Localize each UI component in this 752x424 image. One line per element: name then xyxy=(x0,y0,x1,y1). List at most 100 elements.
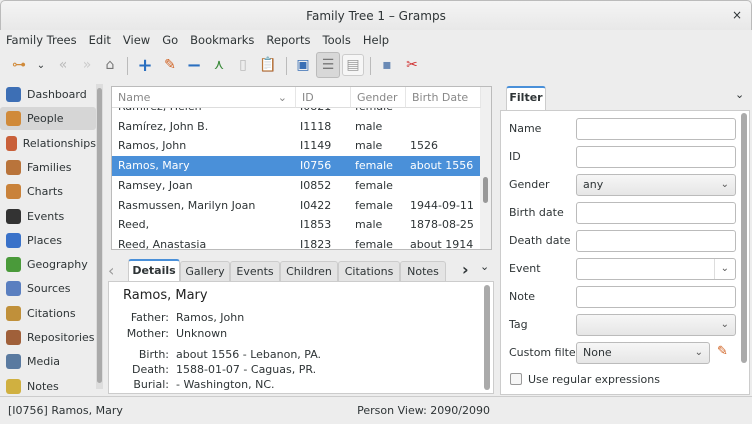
menu-edit[interactable]: Edit xyxy=(89,30,111,50)
id-input[interactable] xyxy=(576,146,736,168)
forward-icon[interactable]: » xyxy=(76,54,98,76)
table-row[interactable]: Reed, Anastasia I1823 female about 1914 xyxy=(112,235,481,250)
grouped-view-icon[interactable]: ▤ xyxy=(342,54,364,76)
column-header-birth-date[interactable]: Birth Date xyxy=(406,87,481,108)
menu-bookmarks[interactable]: Bookmarks xyxy=(190,30,254,50)
menu-go[interactable]: Go xyxy=(162,30,178,50)
event-label: Event xyxy=(509,262,541,275)
regex-label: Use regular expressions xyxy=(528,373,660,386)
column-header-id[interactable]: ID xyxy=(296,87,351,108)
paste-icon[interactable]: 📋 xyxy=(257,54,279,76)
merge-icon[interactable]: ⋏ xyxy=(208,54,230,76)
tab-citations[interactable]: Citations xyxy=(338,261,400,281)
add-icon[interactable]: + xyxy=(134,54,156,76)
detail-label: Death: xyxy=(132,363,169,376)
sidebar-item-people[interactable]: People xyxy=(0,107,96,131)
sidebar-item-families[interactable]: Families xyxy=(0,156,96,179)
sidebar-item-repositories[interactable]: Repositories xyxy=(0,326,96,349)
dropdown-icon[interactable]: ⌄ xyxy=(30,54,52,76)
gender-select[interactable]: any ⌄ xyxy=(576,174,736,196)
birth-date-input[interactable] xyxy=(576,202,736,224)
media-icon[interactable]: ▪ xyxy=(376,54,398,76)
sidebar-item-sources[interactable]: Sources xyxy=(0,277,96,300)
table-row[interactable]: Reed, I1853 male 1878-08-25 xyxy=(112,215,481,235)
places-icon xyxy=(6,232,21,248)
table-row[interactable]: Ramsey, Joan I0852 female xyxy=(112,176,481,196)
menu-tools[interactable]: Tools xyxy=(323,30,351,50)
configure-view-icon[interactable]: ▣ xyxy=(292,54,314,76)
tab-gallery[interactable]: Gallery xyxy=(180,261,230,281)
tab-notes[interactable]: Notes xyxy=(400,261,446,281)
window-title: Family Tree 1 – Gramps xyxy=(306,9,446,23)
cell-id: I0852 xyxy=(300,178,332,192)
sidebar-item-dashboard[interactable]: Dashboard xyxy=(0,83,96,106)
clipboard-cut-icon[interactable]: ✂ xyxy=(401,54,423,76)
families-icon xyxy=(6,159,21,175)
cell-gender: male xyxy=(355,119,383,133)
cell-id: I1853 xyxy=(300,218,332,232)
death-date-input[interactable] xyxy=(576,230,736,252)
table-row[interactable]: Ramírez, John B. I1118 male xyxy=(112,117,481,137)
sidebar-item-notes[interactable]: Notes xyxy=(0,375,96,398)
menu-reports[interactable]: Reports xyxy=(266,30,310,50)
name-input[interactable] xyxy=(576,118,736,140)
note-input[interactable] xyxy=(576,286,736,308)
cell-gender: female xyxy=(355,159,393,173)
menu-view[interactable]: View xyxy=(123,30,150,50)
menu-help[interactable]: Help xyxy=(363,30,389,50)
column-header-name[interactable]: Name ⌄ xyxy=(112,87,296,108)
charts-icon xyxy=(6,184,21,200)
note-label: Note xyxy=(509,290,536,303)
filter-menu-icon[interactable]: ⌄ xyxy=(735,88,744,101)
table-row[interactable]: Rasmussen, Marilyn Joan I0422 female 1944-0… xyxy=(112,196,481,216)
tab-menu-icon[interactable]: ⌄ xyxy=(480,260,489,273)
filter-scrollbar[interactable] xyxy=(741,113,747,363)
sidebar-item-label: Notes xyxy=(27,379,59,393)
table-row[interactable]: Ramos, Mary I0756 female about 1556 xyxy=(112,156,481,177)
sidebar-scrollbar[interactable] xyxy=(96,84,103,389)
tab-filter[interactable]: Filter xyxy=(506,86,546,110)
regex-checkbox[interactable] xyxy=(510,373,522,385)
chevron-down-icon[interactable]: ⌄ xyxy=(713,259,729,279)
tree-view-icon[interactable]: ⊶ xyxy=(8,54,30,76)
id-label: ID xyxy=(509,150,521,163)
copy-icon[interactable]: ▯ xyxy=(232,54,254,76)
title-bar: Family Tree 1 – Gramps xyxy=(0,0,752,30)
sidebar-item-geography[interactable]: Geography xyxy=(0,253,96,276)
table-row[interactable]: Ramos, John I1149 male 1526 xyxy=(112,136,481,156)
person-view-icon[interactable]: ☰ xyxy=(316,52,340,78)
edit-icon[interactable]: ✎ xyxy=(159,54,181,76)
home-icon[interactable]: ⌂ xyxy=(99,54,121,76)
cell-name: Ramírez, John B. xyxy=(118,119,209,133)
cell-name: Reed, Anastasia xyxy=(118,237,207,250)
death-date-label: Death date xyxy=(509,234,571,247)
custom-filter-value: None xyxy=(583,346,612,359)
remove-icon[interactable]: − xyxy=(183,54,205,76)
tab-prev-icon[interactable]: ‹ xyxy=(108,261,114,280)
tab-events[interactable]: Events xyxy=(230,261,280,281)
event-combo[interactable]: ⌄ xyxy=(576,258,736,280)
detail-value: 1588-01-07 - Caguas, PR. xyxy=(176,363,317,376)
sidebar-item-media[interactable]: Media xyxy=(0,350,96,373)
list-scrollbar[interactable] xyxy=(480,87,491,249)
sidebar-item-relationships[interactable]: Relationships xyxy=(0,132,96,155)
separator xyxy=(286,57,287,75)
details-scrollbar[interactable] xyxy=(484,285,490,390)
sidebar-item-charts[interactable]: Charts xyxy=(0,180,96,203)
tab-details[interactable]: Details xyxy=(128,259,180,282)
tag-select[interactable]: ⌄ xyxy=(576,314,736,336)
back-icon[interactable]: « xyxy=(52,54,74,76)
custom-filter-select[interactable]: None ⌄ xyxy=(576,342,710,364)
tab-children[interactable]: Children xyxy=(280,261,338,281)
edit-filter-icon[interactable]: ✎ xyxy=(717,344,728,359)
detail-label: Birth: xyxy=(138,348,169,361)
tab-next-icon[interactable]: › xyxy=(462,260,469,279)
sidebar-item-events[interactable]: Events xyxy=(0,205,96,228)
sidebar-item-citations[interactable]: Citations xyxy=(0,302,96,325)
close-icon[interactable]: × xyxy=(732,0,742,30)
cell-id: I0756 xyxy=(300,159,332,173)
menu-family-trees[interactable]: Family Trees xyxy=(6,30,77,50)
column-header-gender[interactable]: Gender xyxy=(351,87,406,108)
sidebar-item-places[interactable]: Places xyxy=(0,229,96,252)
detail-label: Father: xyxy=(130,311,169,324)
